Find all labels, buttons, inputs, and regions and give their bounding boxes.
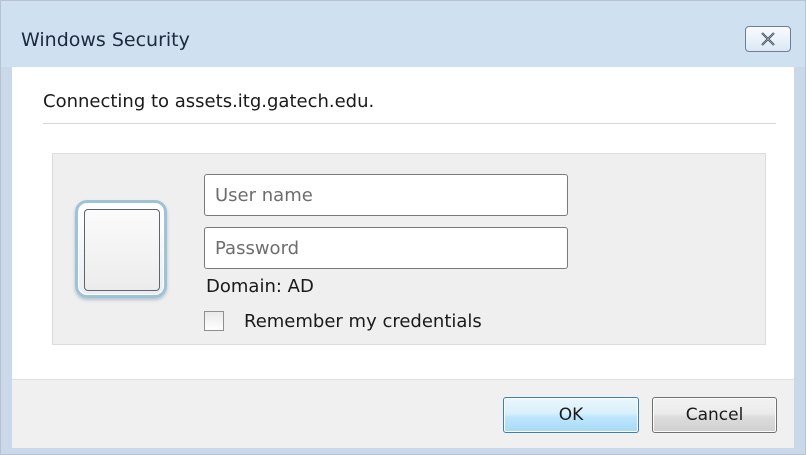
button-bar: OK Cancel	[12, 379, 794, 448]
ok-button[interactable]: OK	[503, 397, 639, 433]
title-bar[interactable]: Windows Security	[1, 1, 805, 67]
password-input[interactable]	[204, 227, 568, 269]
separator	[43, 123, 776, 124]
remember-credentials-label[interactable]: Remember my credentials	[244, 311, 482, 332]
close-button[interactable]	[745, 26, 791, 52]
credential-tile: Domain: AD Remember my credentials	[52, 153, 766, 345]
remember-credentials-checkbox[interactable]	[204, 311, 224, 331]
cancel-button[interactable]: Cancel	[652, 397, 777, 433]
username-input[interactable]	[204, 174, 568, 216]
user-tile-icon	[75, 200, 167, 298]
dialog-body: Connecting to assets.itg.gatech.edu. Dom…	[12, 67, 794, 448]
domain-label: Domain: AD	[206, 276, 314, 297]
remember-credentials-option[interactable]: Remember my credentials	[204, 308, 482, 334]
windows-security-dialog: Windows Security Connecting to assets.it…	[0, 0, 806, 455]
connection-message: Connecting to assets.itg.gatech.edu.	[43, 91, 375, 112]
window-title: Windows Security	[21, 29, 190, 51]
close-icon	[761, 32, 775, 46]
user-tile-frame	[84, 209, 160, 291]
